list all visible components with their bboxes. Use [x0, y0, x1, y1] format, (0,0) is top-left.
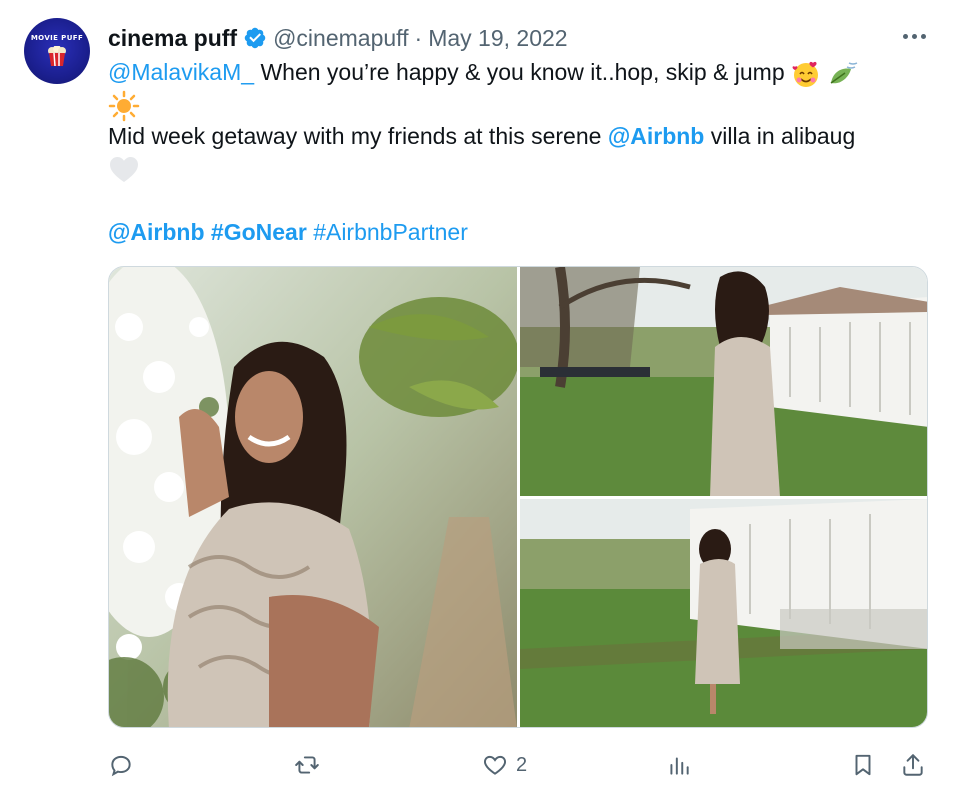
hashtag-gonear[interactable]: #GoNear — [211, 219, 307, 245]
verified-badge-icon — [244, 27, 266, 49]
photo-3[interactable] — [520, 499, 927, 727]
leaf-fluttering-in-wind-emoji-icon — [830, 62, 858, 84]
tweet-line-2 — [108, 88, 140, 122]
popcorn-icon — [48, 46, 66, 66]
tweet-text-1: When you’re happy & you know it..hop, sk… — [254, 59, 792, 85]
header-separator: · — [414, 24, 423, 51]
photo-2[interactable] — [520, 267, 927, 496]
tweet-text-2: Mid week getaway with my friends at this… — [108, 123, 608, 149]
tweet-line-1: @MalavikaM_ When you’re happy & you know… — [108, 56, 859, 89]
like-count: 2 — [516, 753, 528, 776]
photo-3-image — [520, 499, 927, 727]
bookmark-button[interactable] — [850, 750, 876, 780]
media-grid — [108, 266, 928, 728]
tweet-line-tags: @Airbnb #GoNear #AirbnbPartner — [108, 216, 468, 248]
avatar[interactable]: MOVIE PUFF — [24, 18, 90, 84]
share-icon — [903, 754, 923, 776]
photo-2-image — [520, 267, 927, 496]
mention-malavika[interactable]: @MalavikaM_ — [108, 59, 254, 85]
smiling-face-with-hearts-emoji-icon — [792, 61, 819, 87]
retweet-icon — [295, 756, 319, 774]
tweet-header: cinema puff @cinemapuff · May 19, 2022 — [108, 22, 568, 54]
author-handle[interactable]: @cinemapuff — [273, 25, 408, 52]
photo-1[interactable] — [109, 267, 517, 727]
action-bar: 2 — [108, 750, 928, 780]
mention-airbnb-2[interactable]: @Airbnb — [108, 219, 205, 245]
share-button[interactable] — [900, 750, 926, 780]
tweet-text-3: villa in alibaug — [704, 123, 856, 149]
more-icon[interactable] — [898, 22, 930, 50]
sun-emoji-icon — [108, 90, 140, 122]
mention-airbnb[interactable]: @Airbnb — [608, 123, 705, 149]
views-icon — [670, 757, 689, 775]
white-heart-emoji-icon — [110, 156, 138, 182]
views-button[interactable] — [666, 750, 700, 780]
tweet-line-4 — [108, 152, 140, 185]
tweet-line-3: Mid week getaway with my friends at this… — [108, 120, 855, 152]
hashtag-airbnbpartner[interactable]: #AirbnbPartner — [313, 219, 468, 245]
retweet-button[interactable] — [294, 750, 328, 780]
photo-1-image — [109, 267, 517, 727]
tweet-date[interactable]: May 19, 2022 — [428, 25, 567, 52]
like-button[interactable]: 2 — [482, 750, 527, 780]
avatar-logo-text: MOVIE PUFF — [30, 34, 84, 42]
reply-icon — [111, 755, 131, 777]
bookmark-icon — [855, 754, 871, 776]
like-icon — [484, 755, 506, 775]
reply-button[interactable] — [108, 750, 142, 780]
author-name[interactable]: cinema puff — [108, 25, 237, 52]
